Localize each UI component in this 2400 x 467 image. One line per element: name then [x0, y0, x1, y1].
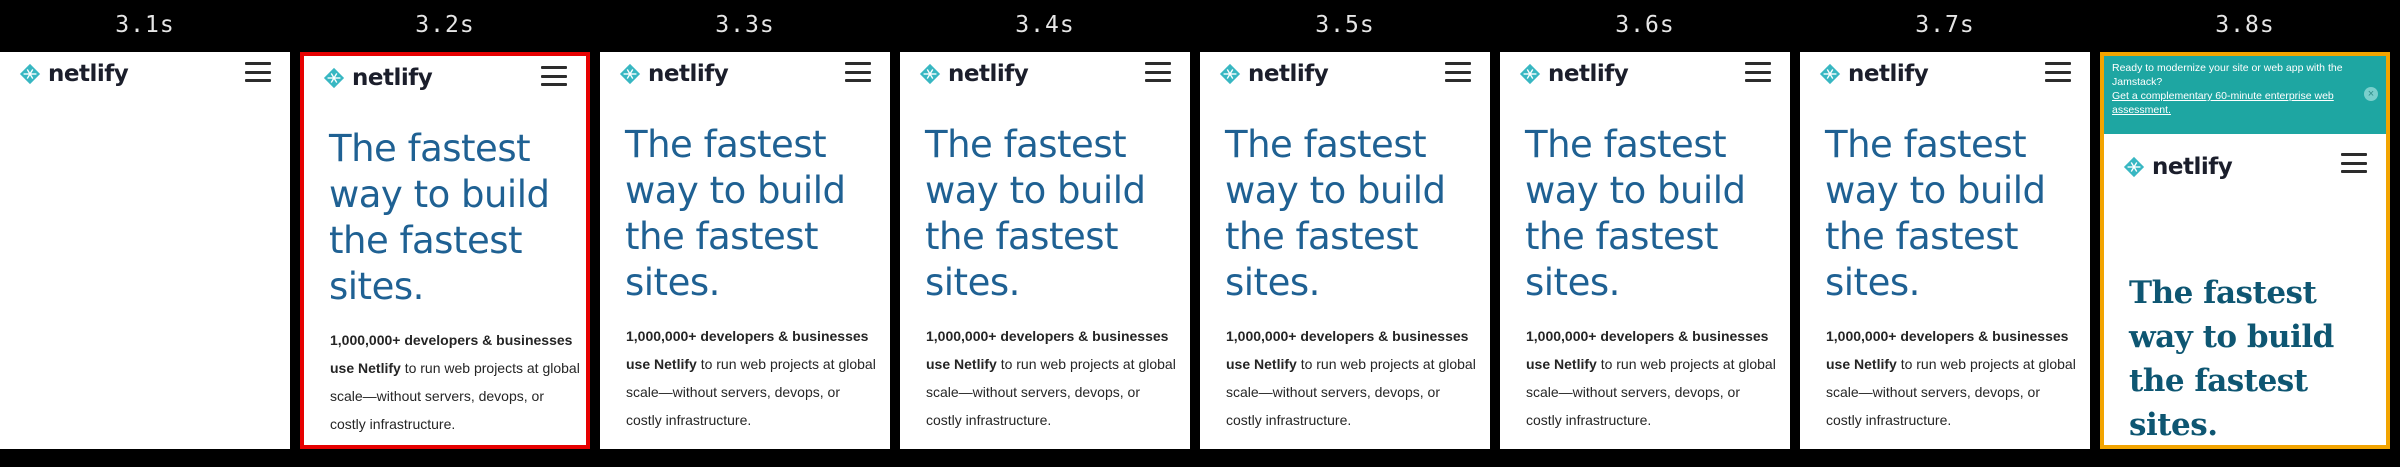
hero-headline: The fastest way to build the fastest sit…: [1825, 123, 2046, 304]
hero-intro: 1,000,000+ developers & businesses use N…: [330, 326, 580, 438]
hero-intro: 1,000,000+ developers & businesses use N…: [926, 322, 1176, 434]
promo-banner: Ready to modernize your site or web app …: [2104, 56, 2386, 134]
close-icon[interactable]: ×: [2364, 87, 2378, 101]
banner-text: Ready to modernize your site or web app …: [2112, 62, 2343, 88]
filmstrip-frame-3-7: 3.7s netlify The fastest way to build th…: [1800, 0, 2090, 467]
logo-text: netlify: [648, 61, 729, 87]
hero-intro: 1,000,000+ developers & businesses use N…: [1826, 322, 2076, 434]
page-screenshot: netlify The fastest way to build the fas…: [1500, 52, 1790, 449]
hero-headline: The fastest way to build the fastest sit…: [2129, 275, 2334, 443]
netlify-logo[interactable]: netlify: [1819, 60, 1929, 88]
site-header: netlify: [1500, 52, 1790, 112]
hamburger-menu-icon[interactable]: [1445, 62, 1471, 82]
netlify-logo-icon: [19, 63, 41, 85]
hero-headline: The fastest way to build the fastest sit…: [625, 123, 846, 304]
netlify-logo[interactable]: netlify: [619, 60, 729, 88]
site-header: netlify: [1800, 52, 2090, 112]
hamburger-menu-icon[interactable]: [541, 66, 567, 86]
site-header: netlify: [600, 52, 890, 112]
frame-timestamp: 3.5s: [1315, 12, 1375, 38]
netlify-logo-icon: [2123, 156, 2145, 178]
hamburger-menu-icon[interactable]: [245, 62, 271, 82]
filmstrip-frame-3-6: 3.6s netlify The fastest way to build th…: [1500, 0, 1790, 467]
frame-timestamp: 3.4s: [1015, 12, 1075, 38]
hero-headline: The fastest way to build the fastest sit…: [329, 127, 550, 308]
banner-link[interactable]: Get a complementary 60-minute enterprise…: [2112, 90, 2334, 116]
netlify-logo-icon: [919, 63, 941, 85]
site-header: netlify: [900, 52, 1190, 112]
filmstrip-frame-3-8: 3.8s Ready to modernize your site or web…: [2100, 0, 2390, 467]
filmstrip: 3.1s netlify 3.2s netlify The fastest wa…: [0, 0, 2400, 467]
page-screenshot: netlify The fastest way to build the fas…: [1800, 52, 2090, 449]
filmstrip-frame-3-3: 3.3s netlify The fastest way to build th…: [600, 0, 890, 467]
logo-text: netlify: [2152, 154, 2233, 180]
site-header: netlify: [304, 56, 586, 116]
frame-timestamp: 3.7s: [1915, 12, 1975, 38]
hamburger-menu-icon[interactable]: [2341, 153, 2367, 173]
site-header: netlify: [2104, 134, 2386, 186]
page-screenshot-selected: netlify The fastest way to build the fas…: [300, 52, 590, 449]
netlify-logo[interactable]: netlify: [323, 64, 433, 92]
logo-text: netlify: [948, 61, 1029, 87]
netlify-logo[interactable]: netlify: [2123, 153, 2233, 181]
netlify-logo[interactable]: netlify: [919, 60, 1029, 88]
frame-timestamp: 3.8s: [2215, 12, 2275, 38]
netlify-logo-icon: [619, 63, 641, 85]
hamburger-menu-icon[interactable]: [2045, 62, 2071, 82]
hero-headline: The fastest way to build the fastest sit…: [1225, 123, 1446, 304]
netlify-logo[interactable]: netlify: [19, 60, 129, 88]
netlify-logo[interactable]: netlify: [1219, 60, 1329, 88]
logo-text: netlify: [48, 61, 129, 87]
site-header: netlify: [1200, 52, 1490, 112]
hero-intro: 1,000,000+ developers & businesses use N…: [1226, 322, 1476, 434]
hero-headline: The fastest way to build the fastest sit…: [925, 123, 1146, 304]
filmstrip-frame-3-1: 3.1s netlify: [0, 0, 290, 467]
hero-intro: 1,000,000+ developers & businesses use N…: [626, 322, 876, 434]
hamburger-menu-icon[interactable]: [1145, 62, 1171, 82]
page-screenshot: netlify The fastest way to build the fas…: [600, 52, 890, 449]
hero-headline: The fastest way to build the fastest sit…: [1525, 123, 1746, 304]
logo-text: netlify: [1848, 61, 1929, 87]
filmstrip-frame-3-2: 3.2s netlify The fastest way to build th…: [300, 0, 590, 467]
logo-text: netlify: [1548, 61, 1629, 87]
page-screenshot: netlify: [0, 52, 290, 449]
logo-text: netlify: [352, 65, 433, 91]
hamburger-menu-icon[interactable]: [1745, 62, 1771, 82]
page-screenshot-final: Ready to modernize your site or web app …: [2100, 52, 2390, 449]
frame-timestamp: 3.3s: [715, 12, 775, 38]
filmstrip-frame-3-5: 3.5s netlify The fastest way to build th…: [1200, 0, 1490, 467]
netlify-logo-icon: [1519, 63, 1541, 85]
page-screenshot: netlify The fastest way to build the fas…: [1200, 52, 1490, 449]
netlify-logo-icon: [1219, 63, 1241, 85]
frame-timestamp: 3.1s: [115, 12, 175, 38]
filmstrip-frame-3-4: 3.4s netlify The fastest way to build th…: [900, 0, 1190, 467]
netlify-logo-icon: [1819, 63, 1841, 85]
frame-timestamp: 3.2s: [415, 12, 475, 38]
frame-timestamp: 3.6s: [1615, 12, 1675, 38]
site-header: netlify: [0, 52, 290, 112]
hamburger-menu-icon[interactable]: [845, 62, 871, 82]
page-screenshot: netlify The fastest way to build the fas…: [900, 52, 1190, 449]
hero-intro: 1,000,000+ developers & businesses use N…: [1526, 322, 1776, 434]
logo-text: netlify: [1248, 61, 1329, 87]
netlify-logo-icon: [323, 67, 345, 89]
netlify-logo[interactable]: netlify: [1519, 60, 1629, 88]
